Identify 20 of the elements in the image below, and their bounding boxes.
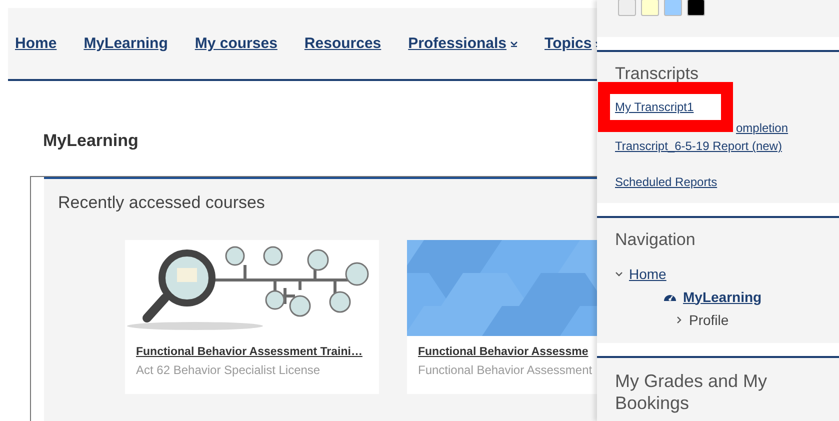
nav-link[interactable]: Professionals bbox=[408, 35, 518, 52]
nav-link[interactable]: Resources bbox=[304, 35, 382, 52]
transcript-link[interactable]: ompletion bbox=[736, 119, 788, 137]
block-title: Transcripts bbox=[615, 64, 698, 84]
panel-title: Recently accessed courses bbox=[58, 193, 265, 213]
page-title: MyLearning bbox=[43, 131, 138, 151]
transcript-link[interactable]: Transcript_6-5-19 Report (new) bbox=[615, 137, 782, 155]
course-subtitle: Act 62 Behavior Specialist License bbox=[136, 363, 322, 377]
transcript-link[interactable]: My Transcript1 bbox=[615, 98, 694, 116]
chevron-icon[interactable] bbox=[615, 270, 623, 278]
nav-link[interactable]: Home bbox=[15, 35, 57, 52]
contrast-button[interactable] bbox=[687, 0, 705, 16]
nav-link[interactable]: My courses bbox=[194, 35, 278, 52]
nav-link[interactable]: MyLearning bbox=[84, 35, 168, 52]
course-title-link[interactable]: Functional Behavior Assessment Traini… bbox=[136, 346, 368, 358]
course-subtitle: Functional Behavior Assessment bbox=[418, 363, 594, 377]
reports-link[interactable]: Scheduled Reports bbox=[615, 173, 718, 191]
chevron-icon[interactable] bbox=[675, 316, 683, 324]
tree-link[interactable]: MyLearning bbox=[683, 288, 762, 304]
tree-item[interactable]: Profile bbox=[689, 312, 729, 328]
